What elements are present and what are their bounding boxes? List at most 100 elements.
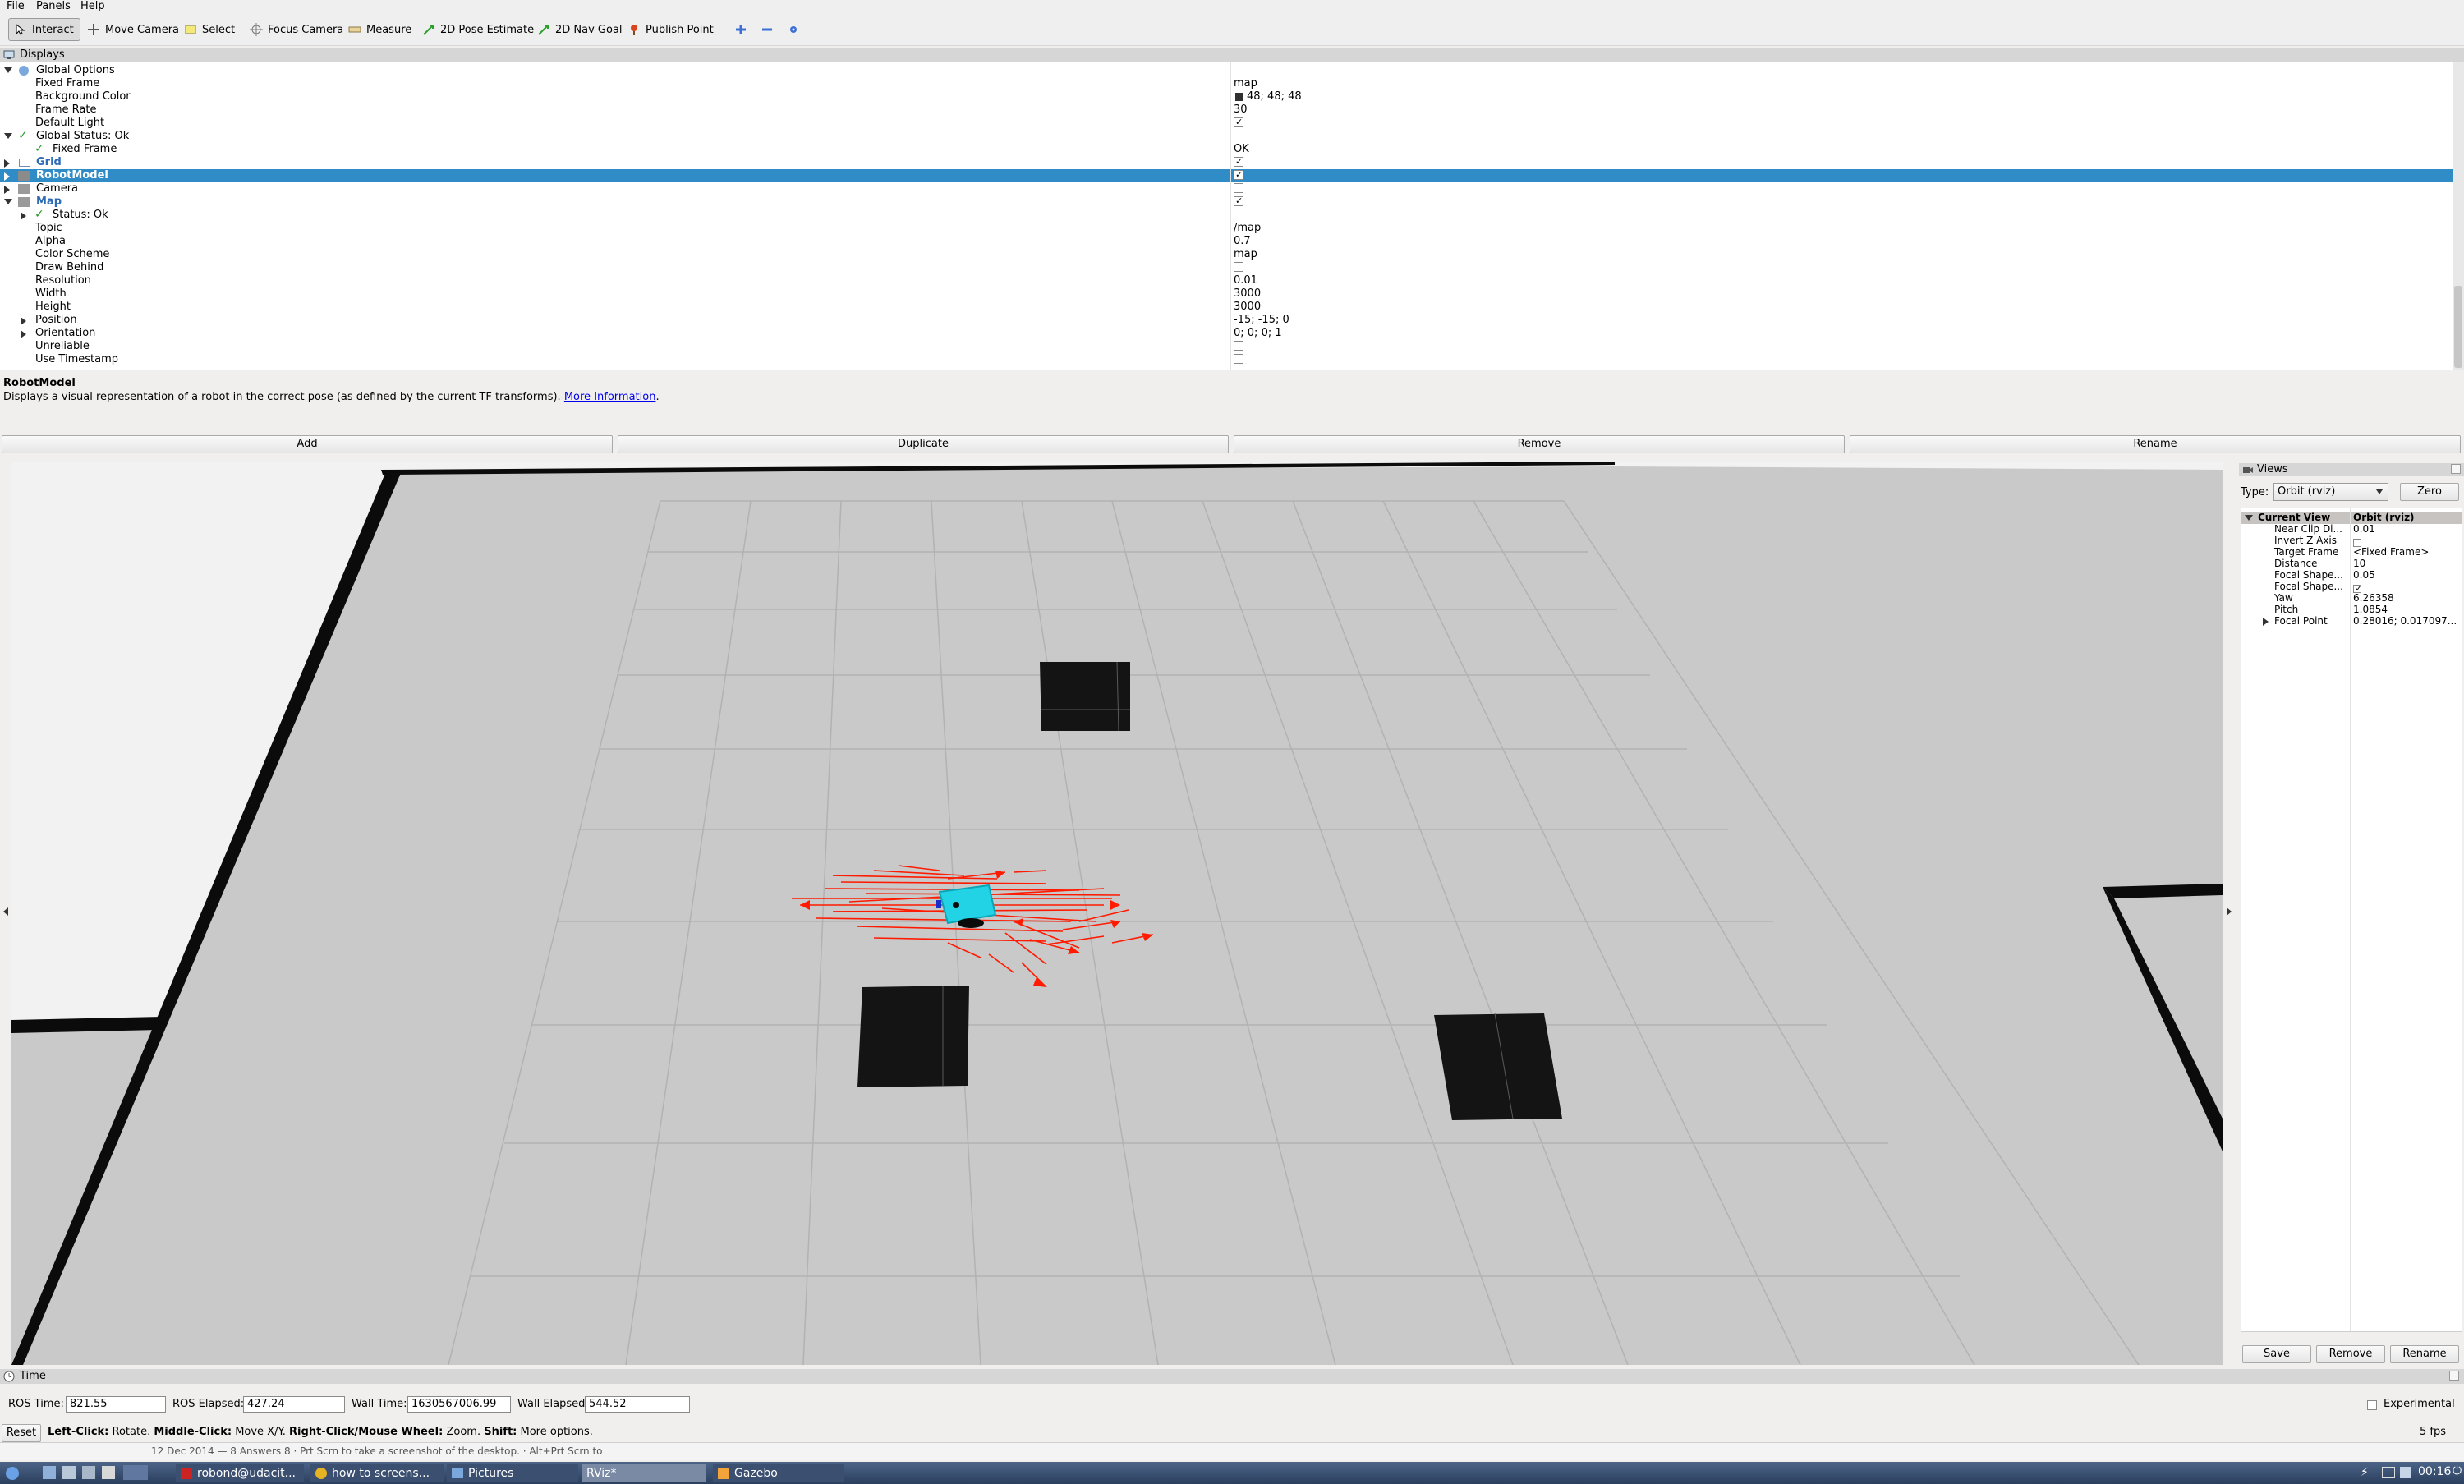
volume-tray-icon[interactable] — [2400, 1467, 2411, 1478]
views-row-value[interactable]: 1.0854 — [2353, 604, 2388, 615]
draw-behind-checkbox[interactable] — [1234, 262, 1243, 272]
tree-row-robotmodel[interactable]: RobotModel — [0, 168, 2453, 182]
views-row-value[interactable]: 10 — [2353, 558, 2365, 569]
remove-view-button[interactable]: Remove — [2316, 1345, 2385, 1363]
task-browser[interactable]: how to screens... — [310, 1464, 444, 1482]
default-light-checkbox[interactable] — [1234, 116, 1243, 129]
expand-arrow-icon[interactable] — [21, 317, 26, 325]
save-view-button[interactable]: Save — [2242, 1345, 2311, 1363]
focus-camera-tool-button[interactable]: Focus Camera — [245, 18, 348, 41]
wall-elapsed-field[interactable]: 544.52 — [585, 1396, 690, 1413]
remove-tool-button[interactable] — [756, 18, 779, 41]
publish-point-tool-button[interactable]: Publish Point — [623, 18, 719, 41]
tree-row-frame-rate[interactable]: Frame Rate 30 — [0, 103, 2453, 117]
tree-row-height[interactable]: Height 3000 — [0, 301, 2453, 314]
network-tray-icon[interactable] — [2382, 1467, 2395, 1478]
2d-nav-goal-tool-button[interactable]: 2D Nav Goal — [532, 18, 627, 41]
expand-arrow-icon[interactable] — [4, 133, 12, 139]
menu-file[interactable]: File — [7, 0, 25, 13]
views-row-pitch[interactable]: Pitch 1.0854 — [2241, 604, 2462, 616]
views-row-focal-point[interactable]: Focal Point 0.28016; 0.017097... — [2241, 615, 2462, 627]
tree-row-global-status[interactable]: ✓ Global Status: Ok — [0, 129, 2453, 143]
move-camera-tool-button[interactable]: Move Camera — [82, 18, 184, 41]
views-row-focal-shape-size[interactable]: Focal Shape... 0.05 — [2241, 569, 2462, 581]
views-row-target-frame[interactable]: Target Frame <Fixed Frame> — [2241, 546, 2462, 558]
interact-tool-button[interactable]: Interact — [8, 18, 80, 41]
tree-row-use-timestamp[interactable]: Use Timestamp — [0, 353, 2453, 366]
desktop-launcher-icon[interactable] — [102, 1466, 115, 1479]
views-row-value[interactable]: 6.26358 — [2353, 592, 2394, 604]
tree-row-fixed-frame-status[interactable]: ✓ Fixed Frame OK — [0, 142, 2453, 156]
measure-tool-button[interactable]: Measure — [343, 18, 416, 41]
browser-launcher-icon[interactable] — [82, 1466, 95, 1479]
select-tool-button[interactable]: Select — [179, 18, 240, 41]
tool-properties-button[interactable] — [782, 18, 805, 41]
duplicate-display-button[interactable]: Duplicate — [618, 435, 1229, 453]
files-launcher-icon[interactable] — [43, 1466, 56, 1479]
color-scheme-value[interactable]: map — [1234, 248, 1257, 261]
collapse-right-icon[interactable] — [2226, 907, 2232, 917]
zero-view-button[interactable]: Zero — [2400, 483, 2459, 501]
3d-render-viewport[interactable] — [11, 462, 2223, 1365]
expand-arrow-icon[interactable] — [4, 67, 12, 73]
tree-row-background-color[interactable]: Background Color 48; 48; 48 — [0, 90, 2453, 103]
tree-row-color-scheme[interactable]: Color Scheme map — [0, 248, 2453, 261]
views-row-distance[interactable]: Distance 10 — [2241, 558, 2462, 570]
frame-rate-value[interactable]: 30 — [1234, 103, 1248, 117]
task-gazebo[interactable]: Gazebo — [713, 1464, 844, 1482]
tree-row-unreliable[interactable]: Unreliable — [0, 340, 2453, 353]
displays-scrollbar-thumb[interactable] — [2454, 286, 2462, 368]
unreliable-checkbox[interactable] — [1234, 341, 1243, 351]
wall-time-field[interactable]: 1630567006.99 — [407, 1396, 511, 1413]
experimental-checkbox[interactable] — [2367, 1400, 2377, 1410]
2d-pose-estimate-tool-button[interactable]: 2D Pose Estimate — [417, 18, 539, 41]
ros-elapsed-field[interactable]: 427.24 — [243, 1396, 345, 1413]
workspace-switcher[interactable] — [123, 1465, 148, 1480]
alpha-value[interactable]: 0.7 — [1234, 235, 1251, 248]
views-row-focal-shape-fixed[interactable]: Focal Shape... — [2241, 581, 2462, 594]
expand-arrow-icon[interactable] — [4, 159, 10, 168]
menu-panels[interactable]: Panels — [36, 0, 71, 13]
views-row-value[interactable]: 0.28016; 0.017097... — [2353, 615, 2457, 627]
views-row-value[interactable]: 0.05 — [2353, 569, 2375, 581]
views-row-value[interactable]: 0.01 — [2353, 523, 2375, 535]
menu-help[interactable]: Help — [80, 0, 105, 13]
power-tray-icon[interactable]: ⚡ — [2361, 1466, 2369, 1479]
rename-view-button[interactable]: Rename — [2390, 1345, 2459, 1363]
views-row-current-view[interactable]: Current View Orbit (rviz) — [2241, 512, 2462, 524]
views-row-yaw[interactable]: Yaw 6.26358 — [2241, 592, 2462, 604]
remove-display-button[interactable]: Remove — [1234, 435, 1845, 453]
add-tool-button[interactable] — [729, 18, 752, 41]
background-color-value[interactable]: 48; 48; 48 — [1247, 90, 1302, 103]
topic-value[interactable]: /map — [1234, 222, 1261, 235]
views-row-near-clip[interactable]: Near Clip Di... 0.01 — [2241, 523, 2462, 535]
expand-arrow-icon[interactable] — [4, 186, 10, 194]
task-rviz[interactable]: RViz* — [582, 1464, 706, 1482]
task-terminal[interactable]: robond@udacit... — [176, 1464, 304, 1482]
expand-arrow-icon[interactable] — [2245, 515, 2253, 521]
camera-checkbox[interactable] — [1234, 183, 1243, 193]
tree-row-alpha[interactable]: Alpha 0.7 — [0, 235, 2453, 248]
rename-display-button[interactable]: Rename — [1850, 435, 2461, 453]
reset-button[interactable]: Reset — [2, 1424, 41, 1442]
add-display-button[interactable]: Add — [2, 435, 613, 453]
tree-row-map-status[interactable]: ✓ Status: Ok — [0, 208, 2453, 222]
tree-row-default-light[interactable]: Default Light — [0, 116, 2453, 130]
tree-row-global-options[interactable]: Global Options — [0, 64, 2453, 77]
use-timestamp-checkbox[interactable] — [1234, 354, 1243, 364]
expand-arrow-icon[interactable] — [21, 330, 26, 338]
views-row-value[interactable]: <Fixed Frame> — [2353, 546, 2429, 558]
start-menu-icon[interactable] — [5, 1466, 20, 1481]
task-pictures[interactable]: Pictures — [447, 1464, 578, 1482]
ros-time-field[interactable]: 821.55 — [66, 1396, 166, 1413]
tree-row-grid[interactable]: Grid — [0, 155, 2453, 169]
tree-row-orientation[interactable]: Orientation 0; 0; 0; 1 — [0, 327, 2453, 340]
terminal-launcher-icon[interactable] — [62, 1466, 76, 1479]
tree-row-camera[interactable]: Camera — [0, 182, 2453, 195]
tree-row-width[interactable]: Width 3000 — [0, 287, 2453, 301]
scene-render[interactable] — [11, 462, 2223, 1365]
expand-arrow-icon[interactable] — [4, 172, 10, 181]
map-checkbox[interactable] — [1234, 195, 1243, 208]
fixed-frame-value[interactable]: map — [1234, 77, 1257, 90]
shutdown-icon[interactable]: ⏻ — [2453, 1464, 2462, 1477]
